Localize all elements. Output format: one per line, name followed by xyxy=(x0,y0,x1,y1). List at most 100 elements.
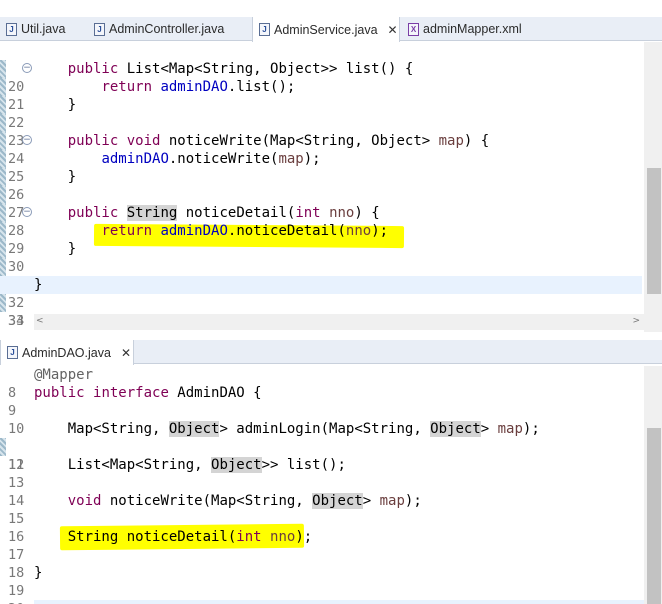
code-segment: > xyxy=(362,493,380,509)
field: adminDAO xyxy=(160,223,228,239)
code-segment: noticeDetail( xyxy=(177,205,296,221)
tab-util-java[interactable]: J Util.java xyxy=(0,17,86,41)
horizontal-scrollbar[interactable]: < > xyxy=(34,314,644,330)
code-segment: String noticeDetail( xyxy=(67,529,237,545)
scroll-right-icon[interactable]: > xyxy=(632,316,640,326)
code-line: 21 − public List<Map<String, Object>> li… xyxy=(0,60,642,113)
code-line: 30 return adminDAO.noticeDetail(nno); xyxy=(0,222,642,275)
code-line: 22 return adminDAO.list(); xyxy=(0,78,642,131)
xml-file-icon: X xyxy=(408,22,419,36)
code-line: 29 − public String noticeDetail(int nno)… xyxy=(0,204,642,257)
code-segment: .noticeWrite( xyxy=(168,151,279,167)
line-number: 20 xyxy=(8,600,26,604)
fold-collapse-icon[interactable]: − xyxy=(22,63,32,73)
code-text: } xyxy=(34,564,42,582)
code-segment: ) { xyxy=(463,133,490,149)
code-segment: List<Map<String, xyxy=(67,457,212,473)
code-segment: ); xyxy=(303,151,321,167)
code-line: 34 xyxy=(0,294,642,329)
code-segment: > adminLogin(Map<String, xyxy=(219,421,431,437)
field: adminDAO xyxy=(101,151,169,167)
java-file-icon: J xyxy=(7,346,18,359)
code-text: } xyxy=(34,240,76,258)
code-segment: ); xyxy=(522,421,540,437)
tab-adminservice-java[interactable]: J AdminService.java ✕ xyxy=(252,17,400,42)
keyword: interface xyxy=(93,385,169,401)
fold-collapse-icon[interactable]: − xyxy=(22,135,32,145)
bottom-editor-tabbar: J AdminDAO.java ✕ xyxy=(0,340,662,365)
tab-admindao-java[interactable]: J AdminDAO.java ✕ xyxy=(0,340,134,365)
line-number: 34 xyxy=(8,313,25,329)
close-icon[interactable]: ✕ xyxy=(388,23,398,37)
code-segment: ); xyxy=(371,223,389,239)
java-file-icon: J xyxy=(94,22,105,36)
code-segment: List<Map<String, Object>> list() { xyxy=(118,61,414,77)
code-line: 13 List<Map<String, Object>> list(); xyxy=(0,456,642,491)
top-editor-tabbar: J Util.java J AdminController.java J Adm… xyxy=(0,17,662,42)
field: adminDAO xyxy=(160,79,228,95)
code-segment: } xyxy=(34,565,43,581)
code-segment: ); xyxy=(295,529,313,545)
code-line: 32 xyxy=(0,258,642,311)
type-occurrence: Object xyxy=(168,421,220,437)
code-text: String noticeDetail(int nno); xyxy=(34,528,312,546)
tab-admincontroller-java[interactable]: J AdminController.java xyxy=(88,17,250,41)
java-file-icon: J xyxy=(259,23,270,36)
scroll-left-icon[interactable]: < xyxy=(36,316,44,326)
tab-label: AdminController.java xyxy=(109,22,225,36)
code-text: public String noticeDetail(int nno) { xyxy=(34,204,380,222)
keyword: int xyxy=(236,529,262,545)
fold-collapse-icon[interactable]: − xyxy=(22,207,32,217)
parameter: nno xyxy=(345,223,372,239)
code-line: 19 } xyxy=(0,564,642,599)
code-segment: Map<String, xyxy=(67,421,169,437)
type-occurrence: Object xyxy=(211,457,262,473)
code-line: 9 public interface AdminDAO { xyxy=(0,384,642,419)
admindao-editor[interactable]: 8 @Mapper 9 public interface AdminDAO { … xyxy=(0,366,662,604)
code-line: 15 void noticeWrite(Map<String, Object> … xyxy=(0,492,642,527)
tab-label: AdminDAO.java xyxy=(22,345,111,360)
parameter: map xyxy=(379,493,405,509)
code-text: List<Map<String, Object>> list(); xyxy=(34,456,346,474)
code-segment: AdminDAO { xyxy=(168,385,262,401)
parameter: map xyxy=(438,133,464,149)
keyword: public xyxy=(67,133,119,149)
code-line: 14 xyxy=(0,474,642,509)
code-line: 20 xyxy=(0,42,642,95)
code-segment: } xyxy=(67,169,77,185)
code-segment: } xyxy=(34,277,43,293)
code-line: 17 String noticeDetail(int nno); xyxy=(0,528,642,563)
vertical-scrollbar[interactable] xyxy=(644,42,662,332)
code-segment: .noticeDetail( xyxy=(227,223,346,239)
code-segment: >> list(); xyxy=(261,457,346,473)
current-code-line: 33 } xyxy=(0,276,642,329)
code-text: public void noticeWrite(Map<String, Obje… xyxy=(34,132,489,150)
code-line: 26 adminDAO.noticeWrite(map); xyxy=(0,150,642,203)
scrollbar-thumb[interactable] xyxy=(647,428,661,604)
adminservice-editor[interactable]: 20 21 − public List<Map<String, Object>>… xyxy=(0,42,662,332)
code-segment: ) { xyxy=(354,205,380,221)
java-file-icon: J xyxy=(6,22,17,36)
code-segment: } xyxy=(67,97,77,113)
code-text: } xyxy=(34,168,76,186)
code-text: public List<Map<String, Object>> list() … xyxy=(34,60,414,78)
keyword: return xyxy=(101,223,153,239)
code-text: return adminDAO.list(); xyxy=(34,78,295,96)
code-segment: .list(); xyxy=(227,79,296,95)
parameter: map xyxy=(278,151,304,167)
code-text: @Mapper xyxy=(34,366,93,384)
code-text: public interface AdminDAO { xyxy=(34,384,262,402)
parameter: map xyxy=(497,421,523,437)
scrollbar-thumb[interactable] xyxy=(647,168,661,294)
tab-label: AdminService.java xyxy=(274,22,378,37)
tab-adminmapper-xml[interactable]: X adminMapper.xml xyxy=(402,17,552,41)
code-text: Map<String, Object> adminLogin(Map<Strin… xyxy=(34,420,540,438)
code-segment: noticeWrite(Map<String, xyxy=(101,493,313,509)
close-icon[interactable]: ✕ xyxy=(121,346,131,360)
parameter: nno xyxy=(329,205,355,221)
code-segment: noticeWrite(Map<String, Object> xyxy=(160,133,439,149)
code-segment: > xyxy=(480,421,498,437)
vertical-scrollbar[interactable] xyxy=(644,366,662,604)
code-text: } xyxy=(34,276,42,294)
code-text: return adminDAO.noticeDetail(nno); xyxy=(34,222,388,240)
